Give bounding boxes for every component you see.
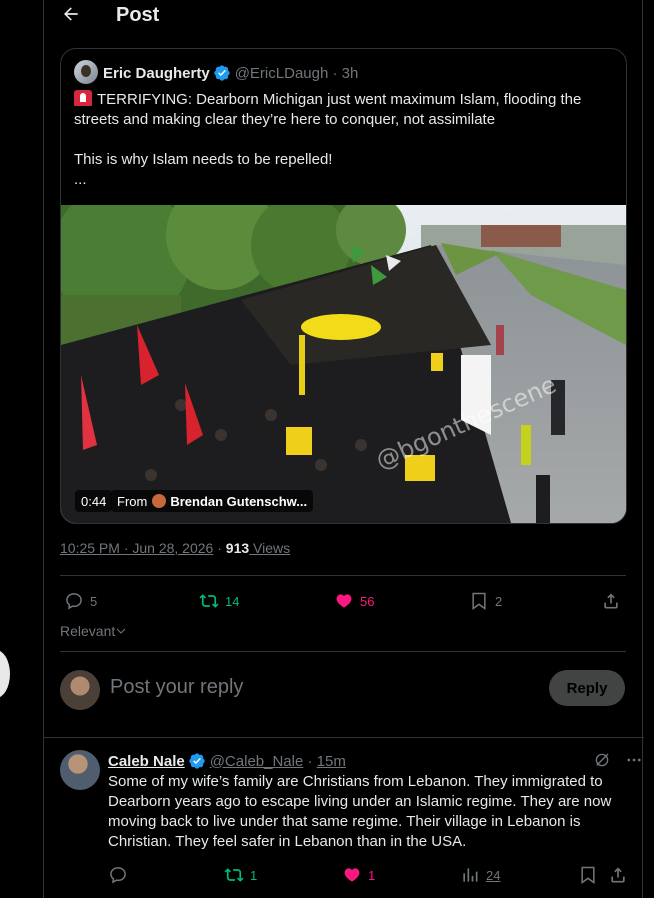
reply-like-action[interactable]: 1 <box>342 864 375 886</box>
quoted-post-line-1: TERRIFYING: Dearborn Michigan just went … <box>74 91 582 128</box>
reply-share-action[interactable] <box>608 864 634 886</box>
quoted-post-text: TERRIFYING: Dearborn Michigan just went … <box>74 90 614 190</box>
repost-icon <box>224 868 244 882</box>
meta-separator: · <box>217 540 226 556</box>
post-timestamp[interactable]: 10:25 PM · Jun 28, 2026 <box>60 540 213 556</box>
quoted-post-header: Eric Daugherty @EricLDaugh · 3h <box>103 64 358 82</box>
share-action[interactable] <box>601 590 627 612</box>
dot-separator: · <box>328 64 342 82</box>
reply-action[interactable]: 5 <box>64 590 97 612</box>
reply-views-action[interactable]: 24 <box>460 864 500 886</box>
video-duration: 0:44 <box>75 490 113 512</box>
more-button[interactable] <box>624 750 644 770</box>
reply-icon <box>110 867 126 884</box>
repost-count: 14 <box>225 593 240 609</box>
repost-action[interactable]: 14 <box>199 590 239 612</box>
source-avatar <box>152 494 167 508</box>
quoted-author-handle[interactable]: @EricLDaugh <box>235 65 329 82</box>
views-icon <box>463 868 478 882</box>
reply-tools <box>580 750 644 770</box>
like-icon <box>336 594 352 608</box>
current-user-avatar[interactable] <box>60 670 100 710</box>
reply-author-name[interactable]: Caleb Nale <box>108 753 185 770</box>
post-meta: 10:25 PM · Jun 28, 2026 · 913 Views <box>60 540 290 556</box>
back-button[interactable] <box>60 3 82 25</box>
repost-icon <box>199 594 219 608</box>
reply-input[interactable]: Post your reply <box>110 676 243 699</box>
back-arrow-icon <box>64 7 78 21</box>
reply-author-avatar[interactable] <box>60 750 100 790</box>
quoted-post-line-2: This is why Islam needs to be repelled! <box>74 151 333 168</box>
sort-label: Relevant <box>60 623 116 639</box>
post-actions-bar: 5 14 56 2 <box>44 590 644 612</box>
video-player[interactable]: @bgonthescene 0:44 From Brendan Gutensch… <box>61 205 626 523</box>
reply-time[interactable]: 15m <box>317 753 346 770</box>
grok-button[interactable] <box>592 750 612 770</box>
reply-bookmark-action[interactable] <box>578 864 604 886</box>
source-name: Brendan Gutenschw... <box>170 493 308 509</box>
side-scroll-thumb[interactable] <box>0 650 10 698</box>
reply-count: 5 <box>90 593 98 609</box>
reply-author-handle[interactable]: @Caleb_Nale <box>210 753 304 770</box>
reply-text: Some of my wife’s family are Christians … <box>108 773 612 850</box>
reply-icon <box>66 593 82 610</box>
share-icon <box>611 867 625 883</box>
share-icon <box>604 593 618 609</box>
reply-button-label: Reply <box>566 679 608 697</box>
divider <box>44 737 644 738</box>
more-icon <box>627 758 641 762</box>
views-count[interactable]: 913 <box>226 540 249 556</box>
bookmark-icon <box>581 866 595 884</box>
reply-header: Caleb Nale @Caleb_Nale · 15m <box>108 752 346 770</box>
reply-like-count: 1 <box>368 867 376 883</box>
bookmark-action[interactable]: 2 <box>469 590 502 612</box>
page-title: Post <box>116 4 160 26</box>
quoted-post-time[interactable]: 3h <box>342 65 359 82</box>
sort-dropdown[interactable]: Relevant <box>60 623 127 639</box>
reply-repost-count: 1 <box>250 867 258 883</box>
verified-badge-icon <box>214 65 230 81</box>
views-label[interactable]: Views <box>249 540 290 556</box>
dot-separator: · <box>303 752 317 770</box>
video-frame-image <box>61 205 626 523</box>
quoted-author-name[interactable]: Eric Daugherty <box>103 65 210 82</box>
grok-icon <box>595 753 609 767</box>
from-label: From <box>117 493 148 509</box>
like-action[interactable]: 56 <box>334 590 374 612</box>
verified-badge-icon <box>189 753 205 769</box>
post-column: Post Eric Daugherty @EricLDaugh · 3h TER… <box>43 0 644 898</box>
reply-views-count: 24 <box>486 867 501 883</box>
divider <box>60 575 626 576</box>
like-count: 56 <box>360 593 375 609</box>
quoted-author-avatar[interactable] <box>74 60 98 84</box>
reply-reply-action[interactable] <box>108 864 134 886</box>
top-bar: Post <box>44 0 644 30</box>
siren-emoji-icon <box>74 90 92 106</box>
chevron-down-icon <box>116 628 126 634</box>
bookmark-icon <box>472 592 486 610</box>
reply-repost-action[interactable]: 1 <box>224 864 257 886</box>
video-source-attribution[interactable]: From Brendan Gutenschw... <box>111 490 314 512</box>
divider <box>60 651 626 652</box>
like-icon <box>344 868 360 882</box>
bookmark-count: 2 <box>495 593 503 609</box>
reply-button[interactable]: Reply <box>549 670 625 706</box>
reply-actions-bar: 1 1 24 <box>44 864 644 886</box>
quoted-post-card[interactable]: Eric Daugherty @EricLDaugh · 3h TERRIFYI… <box>60 48 627 524</box>
quoted-post-line-3: ... <box>74 171 87 188</box>
